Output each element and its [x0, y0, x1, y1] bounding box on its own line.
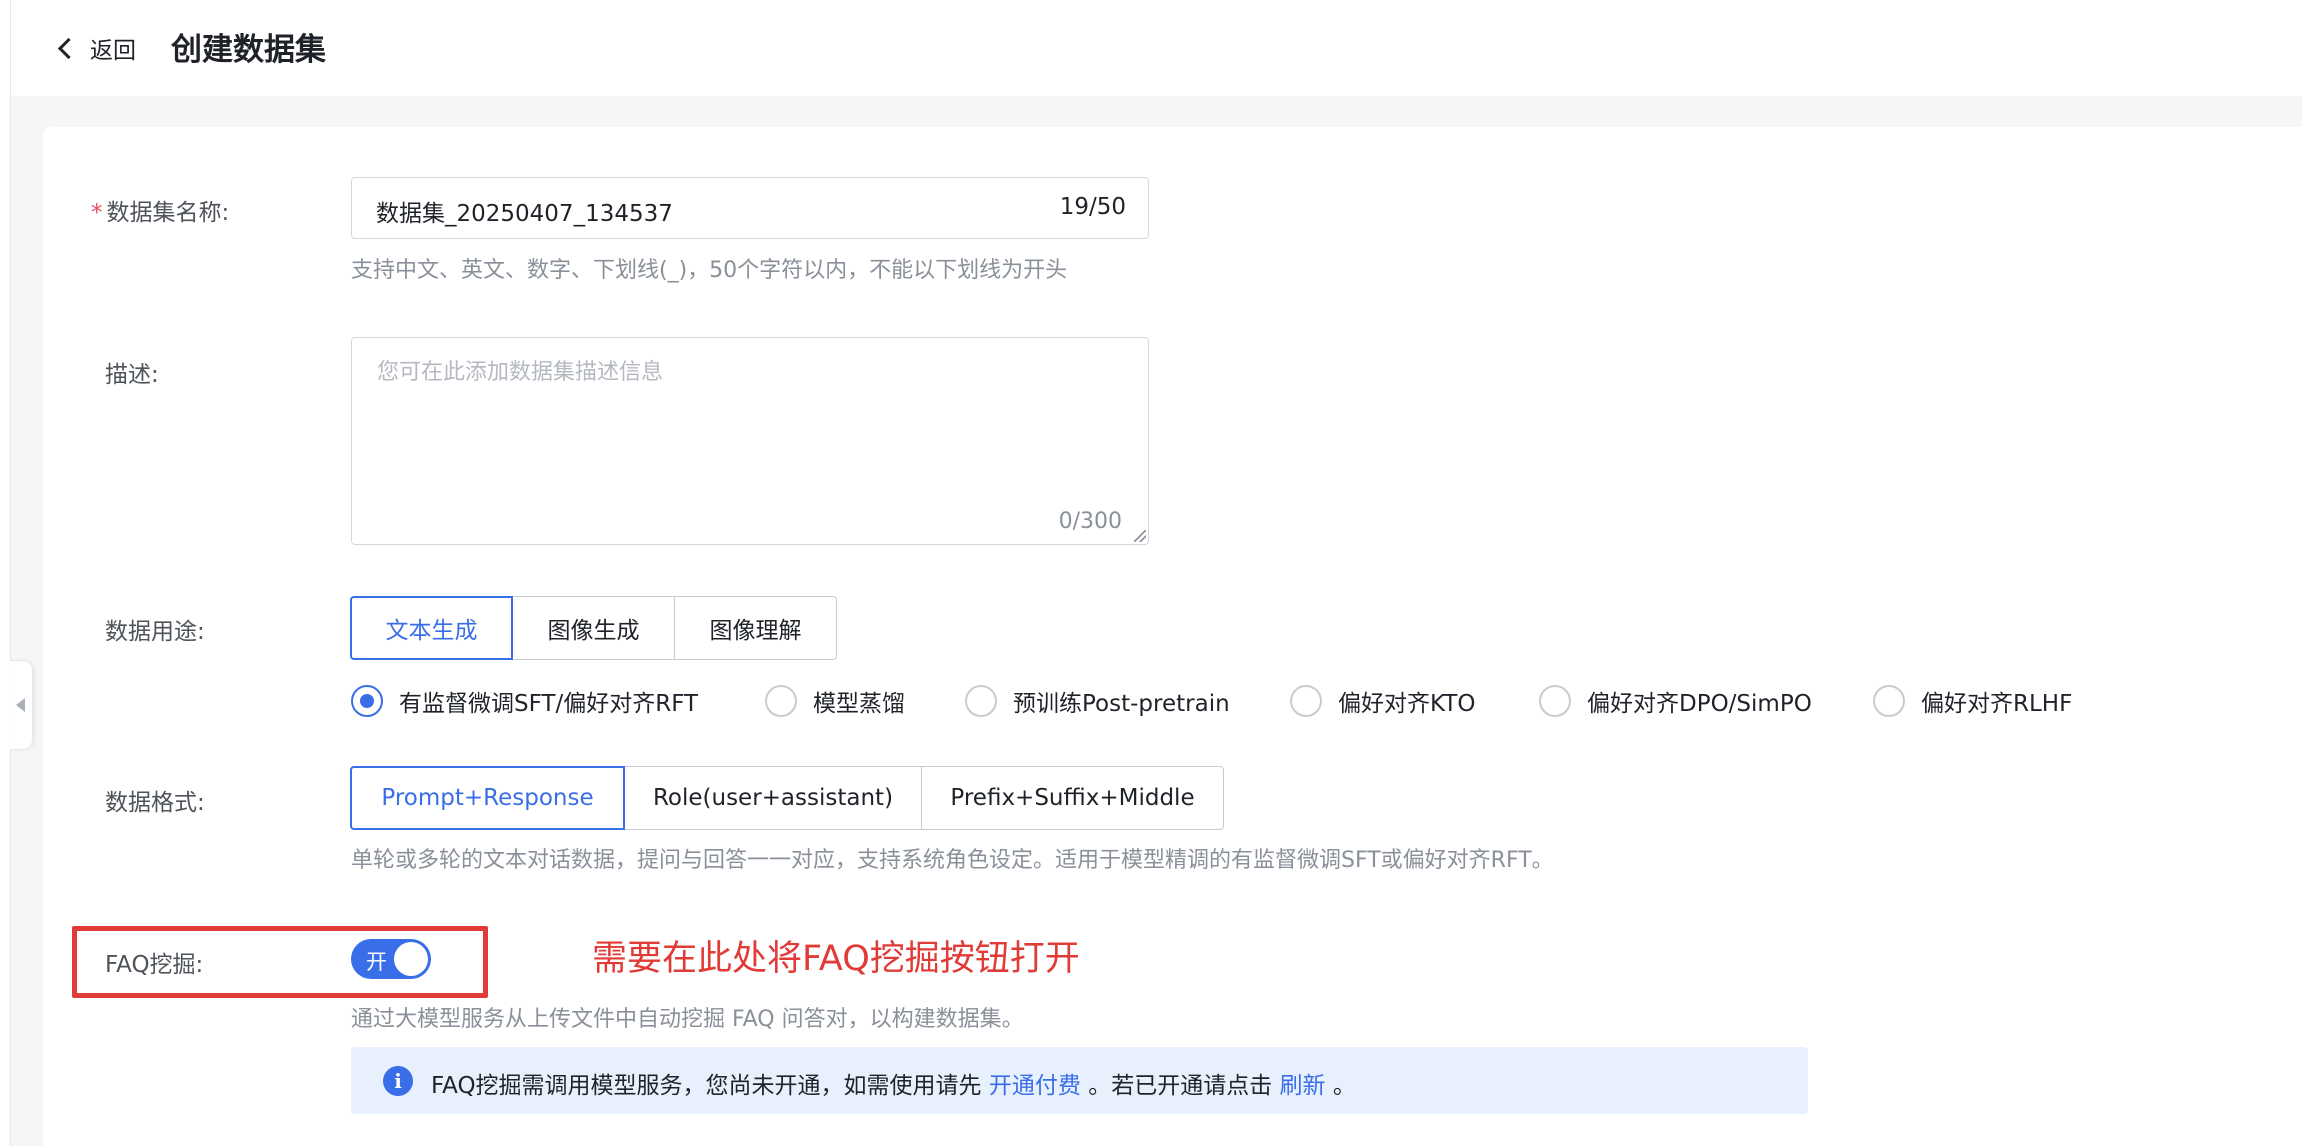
annotation-highlight-box: [72, 926, 488, 998]
tab-image-understanding[interactable]: 图像理解: [674, 596, 837, 660]
format-label: 数据格式:: [105, 790, 205, 816]
format-hint: 单轮或多轮的文本对话数据，提问与回答一一对应，支持系统角色设定。适用于模型精调的…: [351, 848, 1554, 873]
name-label: * 数据集名称:: [91, 200, 230, 226]
left-edge: [0, 0, 11, 1146]
tab-prompt-response[interactable]: Prompt+Response: [350, 766, 625, 830]
description-textarea[interactable]: 您可在此添加数据集描述信息 0/300: [351, 337, 1149, 545]
dataset-name-input[interactable]: 数据集_20250407_134537 19/50: [351, 177, 1149, 239]
tab-prefix-suffix-middle[interactable]: Prefix+Suffix+Middle: [921, 766, 1224, 830]
faq-info-message: FAQ挖掘需调用模型服务，您尚未开通，如需使用请先 开通付费 。若已开通请点击 …: [431, 1073, 1356, 1099]
tab-role-user-assistant[interactable]: Role(user+assistant): [624, 766, 922, 830]
back-button[interactable]: 返回: [55, 26, 136, 70]
radio-unchecked-icon: [1873, 685, 1905, 717]
format-tabs: Prompt+Response Role(user+assistant) Pre…: [350, 766, 1224, 830]
dataset-name-value: 数据集_20250407_134537: [376, 201, 673, 227]
back-label: 返回: [90, 38, 136, 64]
page-header: 返回 创建数据集: [11, 0, 2302, 96]
tab-image-generation[interactable]: 图像生成: [512, 596, 675, 660]
radio-post-pretrain[interactable]: 预训练Post-pretrain: [965, 681, 1230, 721]
page-title: 创建数据集: [171, 32, 326, 68]
description-count: 0/300: [1058, 509, 1122, 534]
description-label: 描述:: [105, 362, 159, 388]
usage-label: 数据用途:: [105, 619, 205, 645]
refresh-link[interactable]: 刷新: [1280, 1073, 1326, 1099]
faq-hint: 通过大模型服务从上传文件中自动挖掘 FAQ 问答对，以构建数据集。: [351, 1007, 1024, 1032]
dataset-name-hint: 支持中文、英文、数字、下划线(_)，50个字符以内，不能以下划线为开头: [351, 258, 1068, 283]
radio-unchecked-icon: [1290, 685, 1322, 717]
tab-text-generation[interactable]: 文本生成: [350, 596, 513, 660]
chevron-left-icon: [57, 37, 80, 59]
resize-handle-icon[interactable]: [1134, 530, 1146, 542]
faq-info-alert: i FAQ挖掘需调用模型服务，您尚未开通，如需使用请先 开通付费 。若已开通请点…: [351, 1047, 1808, 1114]
caret-left-icon: [16, 698, 25, 712]
radio-distillation[interactable]: 模型蒸馏: [765, 681, 905, 721]
radio-dpo-simpo[interactable]: 偏好对齐DPO/SimPO: [1539, 681, 1812, 721]
description-placeholder: 您可在此添加数据集描述信息: [377, 360, 664, 385]
radio-unchecked-icon: [965, 685, 997, 717]
radio-kto[interactable]: 偏好对齐KTO: [1290, 681, 1475, 721]
info-icon: i: [383, 1066, 413, 1096]
radio-checked-icon: [351, 685, 383, 717]
required-mark: *: [91, 200, 103, 226]
dataset-name-count: 19/50: [1059, 194, 1126, 220]
sidebar-collapse-handle[interactable]: [10, 660, 33, 750]
radio-sft-rft[interactable]: 有监督微调SFT/偏好对齐RFT: [351, 681, 698, 721]
activate-payment-link[interactable]: 开通付费: [989, 1073, 1081, 1099]
radio-unchecked-icon: [765, 685, 797, 717]
annotation-text: 需要在此处将FAQ挖掘按钮打开: [592, 939, 1080, 979]
usage-tabs: 文本生成 图像生成 图像理解: [350, 596, 837, 660]
radio-rlhf[interactable]: 偏好对齐RLHF: [1873, 681, 2072, 721]
radio-unchecked-icon: [1539, 685, 1571, 717]
